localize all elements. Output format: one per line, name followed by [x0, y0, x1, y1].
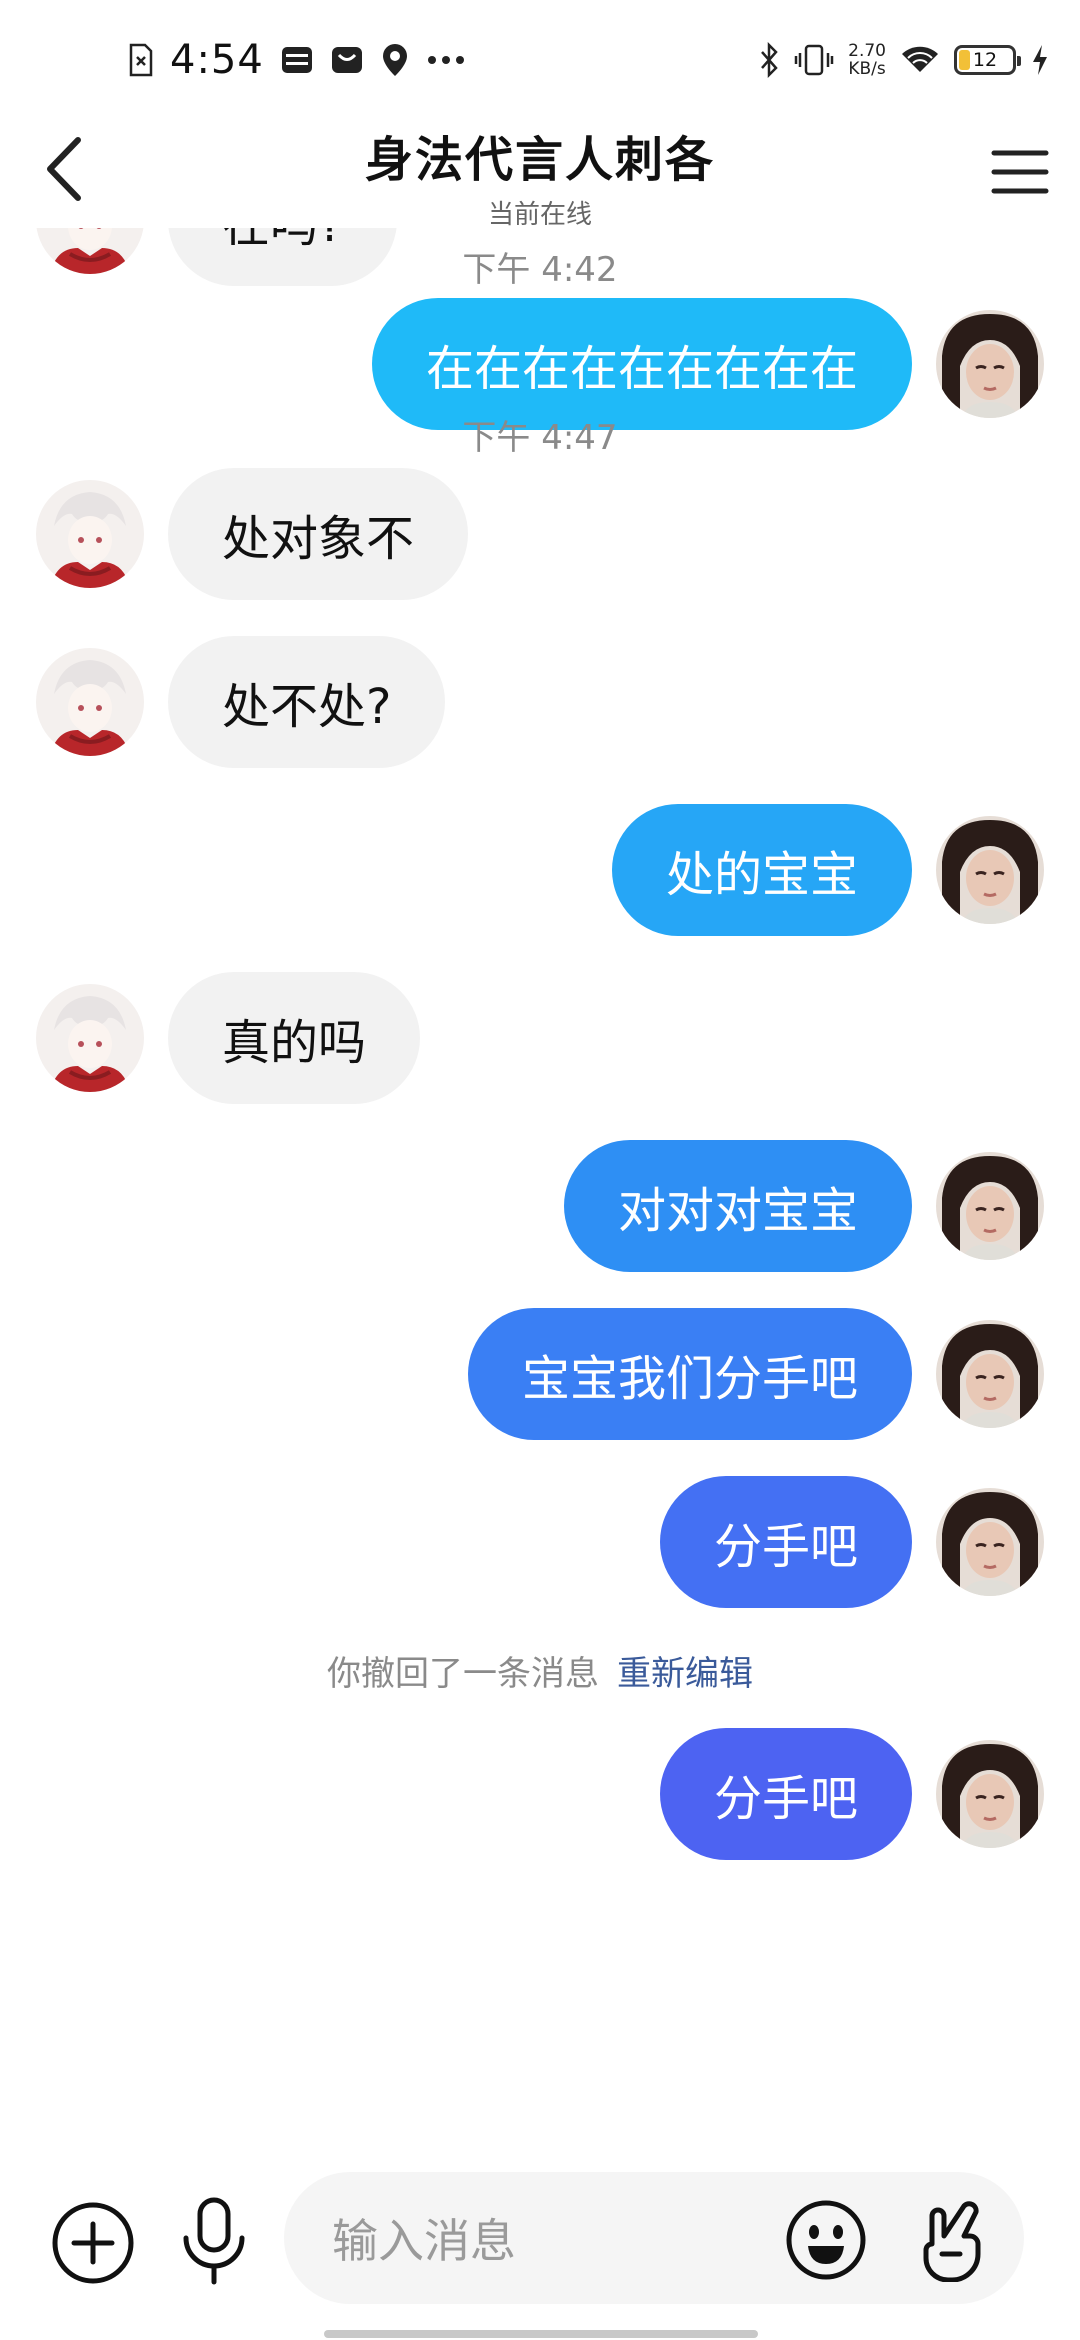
hamburger-menu-icon	[991, 149, 1049, 199]
network-speed-unit: KB/s	[848, 59, 886, 79]
incoming-bubble[interactable]: 处对象不	[168, 468, 469, 600]
finger-heart-icon	[910, 2201, 990, 2286]
message-text: 处不处?	[222, 679, 392, 735]
message-row: 真的吗	[0, 972, 1080, 1104]
my-avatar[interactable]	[936, 816, 1044, 924]
mail-icon	[330, 44, 364, 76]
time-divider: 下午 4:42	[462, 250, 618, 290]
time-divider: 下午 4:47	[462, 418, 618, 458]
message-row: 宝宝我们分手吧	[0, 1308, 1080, 1440]
message-row: 处不处?	[0, 636, 1080, 768]
vibrate-icon	[794, 43, 834, 77]
my-avatar[interactable]	[936, 1320, 1044, 1428]
contact-avatar[interactable]	[36, 480, 144, 588]
outgoing-bubble[interactable]: 对对对宝宝	[563, 1140, 912, 1272]
battery-level: 12	[972, 49, 998, 71]
plus-circle-icon	[50, 2202, 136, 2290]
add-attachment-button[interactable]	[50, 2200, 136, 2286]
status-bar-right: 2.70 KB/s 12	[758, 30, 1050, 90]
message-row: 分手吧	[0, 1728, 1080, 1860]
my-avatar[interactable]	[936, 1740, 1044, 1848]
status-bar: 4:54 2.70 KB/s 12	[0, 0, 1080, 118]
outgoing-bubble[interactable]: 宝宝我们分手吧	[467, 1308, 912, 1440]
message-text: 宝宝我们分手吧	[521, 1351, 858, 1407]
chat-header: 身法代言人刺各 当前在线	[0, 118, 1080, 231]
contact-avatar[interactable]	[36, 648, 144, 756]
message-text: 对对对宝宝	[617, 1183, 858, 1239]
message-row: 分手吧	[0, 1476, 1080, 1608]
message-input-placeholder[interactable]: 输入消息	[332, 2172, 516, 2304]
charging-icon	[1030, 43, 1050, 77]
message-list[interactable]: 在吗? 下午 4:42 在在在在在在在在在 下午 4:47 处对象不 处不处?	[0, 228, 1080, 2140]
online-status: 当前在线	[487, 200, 592, 230]
incoming-bubble[interactable]: 处不处?	[168, 636, 446, 768]
contact-name: 身法代言人刺各	[364, 132, 715, 188]
recall-text: 你撤回了一条消息	[327, 1654, 599, 1694]
message-text: 在在在在在在在在在	[425, 341, 858, 397]
finger-heart-button[interactable]	[910, 2194, 990, 2283]
menu-button[interactable]	[980, 134, 1060, 214]
emoji-button[interactable]	[784, 2198, 868, 2282]
location-pin-icon	[380, 42, 410, 78]
network-speed-value: 2.70	[848, 41, 886, 61]
battery-icon: 12	[954, 45, 1021, 75]
microphone-icon	[172, 2197, 256, 2290]
message-input[interactable]: 输入消息	[284, 2172, 1024, 2304]
title-block: 身法代言人刺各 当前在线	[0, 118, 1080, 231]
message-text: 分手吧	[713, 1519, 858, 1575]
bluetooth-icon	[758, 42, 780, 78]
input-bar: 输入消息	[0, 2160, 1080, 2310]
emoji-icon	[784, 2200, 868, 2286]
message-text: 真的吗	[222, 1015, 367, 1071]
incoming-bubble[interactable]: 真的吗	[168, 972, 421, 1104]
network-speed: 2.70 KB/s	[848, 42, 886, 78]
message-text: 处的宝宝	[665, 847, 858, 903]
outgoing-bubble[interactable]: 处的宝宝	[611, 804, 912, 936]
status-bar-left: 4:54	[128, 30, 466, 90]
reedit-link[interactable]: 重新编辑	[617, 1654, 753, 1694]
sim-card-icon	[128, 43, 154, 77]
voice-button[interactable]	[172, 2196, 256, 2286]
my-avatar[interactable]	[936, 310, 1044, 418]
outgoing-bubble[interactable]: 分手吧	[659, 1476, 912, 1608]
my-avatar[interactable]	[936, 1152, 1044, 1260]
more-dots-icon	[426, 54, 466, 66]
message-row: 对对对宝宝	[0, 1140, 1080, 1272]
message-text: 分手吧	[713, 1771, 858, 1827]
status-time: 4:54	[170, 37, 264, 83]
battery-level-fill	[959, 50, 970, 70]
contact-avatar[interactable]	[36, 984, 144, 1092]
message-row: 处的宝宝	[0, 804, 1080, 936]
message-text: 处对象不	[222, 511, 415, 567]
home-indicator[interactable]	[324, 2330, 758, 2338]
recall-notice: 你撤回了一条消息 重新编辑	[0, 1646, 1080, 1695]
message-row: 处对象不	[0, 468, 1080, 600]
outgoing-bubble[interactable]: 分手吧	[659, 1728, 912, 1860]
wallet-icon	[280, 44, 314, 76]
my-avatar[interactable]	[936, 1488, 1044, 1596]
wifi-icon	[900, 44, 940, 76]
